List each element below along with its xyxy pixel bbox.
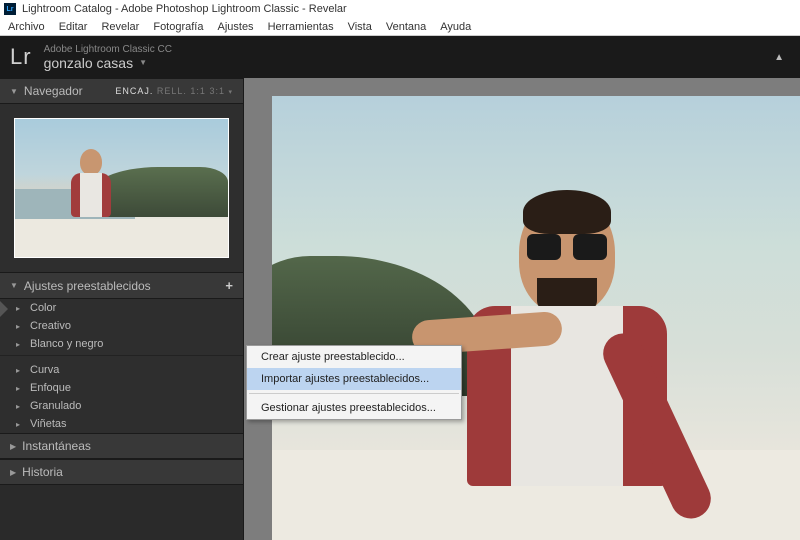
collapse-header-icon[interactable]: ▲ <box>774 52 784 63</box>
canvas-area[interactable] <box>244 78 800 540</box>
panel-header-historia[interactable]: ▶ Historia <box>0 459 243 485</box>
lr-logo: Lr <box>10 44 32 70</box>
preset-group[interactable]: Blanco y negro <box>0 335 243 353</box>
panel-header-presets[interactable]: ▼ Ajustes preestablecidos + <box>0 272 243 299</box>
menu-archivo[interactable]: Archivo <box>8 21 45 33</box>
preset-list: Color Creativo Blanco y negro Curva Enfo… <box>0 299 243 433</box>
menu-revelar[interactable]: Revelar <box>101 21 139 33</box>
preset-group[interactable]: Granulado <box>0 397 243 415</box>
panel-title: Instantáneas <box>22 439 91 453</box>
panel-title: Ajustes preestablecidos <box>24 279 151 293</box>
menu-item-manage-presets[interactable]: Gestionar ajustes preestablecidos... <box>247 397 461 419</box>
app-header: Lr Adobe Lightroom Classic CC gonzalo ca… <box>0 36 800 78</box>
panel-header-instantaneas[interactable]: ▶ Instantáneas <box>0 433 243 459</box>
chevron-down-icon: ▾ <box>228 89 233 96</box>
app-icon: Lr <box>4 3 16 15</box>
preset-group[interactable]: Color <box>0 299 243 317</box>
navigator-preview[interactable] <box>0 104 243 272</box>
menu-ayuda[interactable]: Ayuda <box>440 21 471 33</box>
left-sidebar: ▼ Navegador ENCAJ. RELL. 1:1 3:1 ▾ ▼ Aju… <box>0 78 244 540</box>
user-dropdown[interactable]: gonzalo casas ▼ <box>44 55 172 71</box>
preset-group[interactable]: Viñetas <box>0 415 243 433</box>
sidebar-collapse-handle[interactable] <box>0 301 8 317</box>
product-name: Adobe Lightroom Classic CC <box>44 44 172 55</box>
user-name: gonzalo casas <box>44 55 134 71</box>
preset-context-menu: Crear ajuste preestablecido... Importar … <box>246 345 462 420</box>
menu-vista[interactable]: Vista <box>348 21 372 33</box>
menu-editar[interactable]: Editar <box>59 21 88 33</box>
preset-group[interactable]: Curva <box>0 361 243 379</box>
disclosure-icon: ▼ <box>10 87 18 96</box>
menu-ventana[interactable]: Ventana <box>386 21 426 33</box>
preset-group[interactable]: Creativo <box>0 317 243 335</box>
panel-header-navegador[interactable]: ▼ Navegador ENCAJ. RELL. 1:1 3:1 ▾ <box>0 78 243 104</box>
zoom-options[interactable]: ENCAJ. RELL. 1:1 3:1 ▾ <box>115 86 233 96</box>
chevron-down-icon: ▼ <box>139 58 147 67</box>
disclosure-icon: ▶ <box>10 442 16 451</box>
menu-separator <box>249 393 459 394</box>
panel-title: Navegador <box>24 84 83 98</box>
menu-fotografia[interactable]: Fotografía <box>153 21 203 33</box>
window-titlebar: Lr Lightroom Catalog - Adobe Photoshop L… <box>0 0 800 18</box>
main-area: ▼ Navegador ENCAJ. RELL. 1:1 3:1 ▾ ▼ Aju… <box>0 78 800 540</box>
navigator-thumbnail <box>14 118 229 258</box>
menu-ajustes[interactable]: Ajustes <box>217 21 253 33</box>
menubar: Archivo Editar Revelar Fotografía Ajuste… <box>0 18 800 36</box>
disclosure-icon: ▼ <box>10 281 18 290</box>
disclosure-icon: ▶ <box>10 468 16 477</box>
main-photo <box>272 96 800 540</box>
menu-item-create-preset[interactable]: Crear ajuste preestablecido... <box>247 346 461 368</box>
preset-group[interactable]: Enfoque <box>0 379 243 397</box>
menu-item-import-presets[interactable]: Importar ajustes preestablecidos... <box>247 368 461 390</box>
panel-title: Historia <box>22 465 63 479</box>
menu-herramientas[interactable]: Herramientas <box>268 21 334 33</box>
window-title: Lightroom Catalog - Adobe Photoshop Ligh… <box>22 3 347 15</box>
add-preset-icon[interactable]: + <box>225 278 233 293</box>
